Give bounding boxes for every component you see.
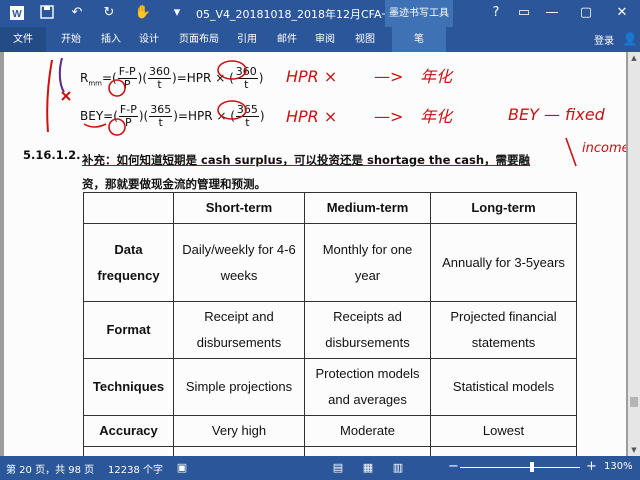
tab-file[interactable]: 文件 bbox=[0, 27, 46, 52]
document-page[interactable]: Rmm=(F-P P)(360 t)=HPR × (360 t) BEY=(F-P P)… bbox=[4, 52, 626, 456]
svg-text:W: W bbox=[12, 9, 22, 20]
ink-note-1-target: 年化 bbox=[420, 67, 454, 86]
scrollbar-thumb[interactable] bbox=[630, 397, 638, 407]
zoom-slider-thumb[interactable] bbox=[530, 462, 534, 472]
ink-arrow-1: —> bbox=[374, 67, 403, 86]
ink-slash bbox=[565, 137, 577, 167]
title-bar: W ↶ ↻ ✋ ▾ 05_V4_20181018_2018年12月CFA一级..… bbox=[0, 0, 640, 27]
ink-circle-360 bbox=[217, 60, 247, 80]
save-icon[interactable] bbox=[38, 4, 56, 22]
ribbon-tab-bar: 文件 开始 插入 设计 页面布局 引用 邮件 审阅 视图 笔 登录 👤 bbox=[0, 27, 640, 52]
tab-review[interactable]: 审阅 bbox=[308, 27, 342, 52]
ribbon-display-icon[interactable]: ▭ bbox=[512, 2, 536, 24]
zoom-in-button[interactable]: + bbox=[586, 459, 597, 474]
tab-home[interactable]: 开始 bbox=[54, 27, 88, 52]
touch-mode-icon[interactable]: ✋ bbox=[134, 4, 152, 22]
tab-pen[interactable]: 笔 bbox=[392, 27, 446, 52]
ink-arrow-2: —> bbox=[374, 107, 403, 126]
word-app-icon[interactable]: W bbox=[8, 4, 26, 22]
tab-layout[interactable]: 页面布局 bbox=[172, 27, 226, 52]
ink-note-1: HPR × bbox=[286, 67, 337, 86]
ink-star-mark bbox=[61, 91, 71, 101]
web-layout-icon[interactable]: ▥ bbox=[390, 460, 406, 476]
scroll-down-icon[interactable]: ▼ bbox=[628, 444, 640, 456]
login-link[interactable]: 登录 bbox=[594, 32, 614, 47]
ink-circle-p1 bbox=[108, 79, 126, 97]
account-icon[interactable]: 👤 bbox=[622, 31, 638, 47]
tab-view[interactable]: 视图 bbox=[348, 27, 382, 52]
document-title: 05_V4_20181018_2018年12月CFA一级... bbox=[196, 8, 415, 21]
tab-mailings[interactable]: 邮件 bbox=[270, 27, 304, 52]
zoom-slider[interactable] bbox=[460, 467, 580, 468]
undo-icon[interactable]: ↶ bbox=[68, 4, 86, 22]
ink-note-2: HPR × bbox=[286, 107, 337, 126]
help-button[interactable]: ? bbox=[484, 2, 508, 24]
minimize-icon[interactable]: — bbox=[540, 2, 564, 24]
ink-underline-bey bbox=[83, 123, 107, 128]
zoom-level[interactable]: 130% bbox=[604, 461, 633, 472]
document-area: Rmm=(F-P P)(360 t)=HPR × (360 t) BEY=(F-P P)… bbox=[0, 52, 628, 456]
proofing-icon[interactable]: ▣ bbox=[174, 460, 190, 476]
word-count[interactable]: 12238 个字 bbox=[108, 461, 163, 476]
ink-circle-p2 bbox=[108, 118, 126, 136]
ink-circle-365 bbox=[217, 100, 247, 120]
scroll-up-icon[interactable]: ▲ bbox=[628, 52, 640, 64]
tab-design[interactable]: 设计 bbox=[132, 27, 166, 52]
zoom-out-button[interactable]: − bbox=[448, 459, 459, 474]
ink-annotations-layer: HPR × —> 年化 HPR × —> 年化 BEY — fixed inco… bbox=[46, 57, 626, 167]
ink-bracket-left bbox=[46, 59, 53, 133]
ink-note-2-target: 年化 bbox=[420, 107, 454, 126]
close-icon[interactable]: ✕ bbox=[610, 2, 634, 24]
ink-tools-contextual-header: 墨迹书写工具 bbox=[385, 0, 453, 27]
tab-references[interactable]: 引用 bbox=[230, 27, 264, 52]
read-mode-icon[interactable]: ▤ bbox=[330, 460, 346, 476]
tab-insert[interactable]: 插入 bbox=[94, 27, 128, 52]
ink-note-4: income bbox=[582, 141, 626, 156]
ink-note-3: BEY — fixed bbox=[508, 105, 606, 124]
maximize-icon[interactable]: ▢ bbox=[574, 2, 598, 24]
redo-icon[interactable]: ↻ bbox=[100, 4, 118, 22]
customize-qat-icon[interactable]: ▾ bbox=[168, 4, 186, 22]
ink-bracket-inner bbox=[58, 57, 65, 93]
print-layout-icon[interactable]: ▦ bbox=[360, 460, 376, 476]
page-count[interactable]: 第 20 页，共 98 页 bbox=[6, 461, 94, 476]
vertical-scrollbar[interactable]: ▲ ▼ bbox=[628, 52, 640, 456]
status-bar: 第 20 页，共 98 页 12238 个字 ▣ ▤ ▦ ▥ − + 130% bbox=[0, 456, 640, 480]
